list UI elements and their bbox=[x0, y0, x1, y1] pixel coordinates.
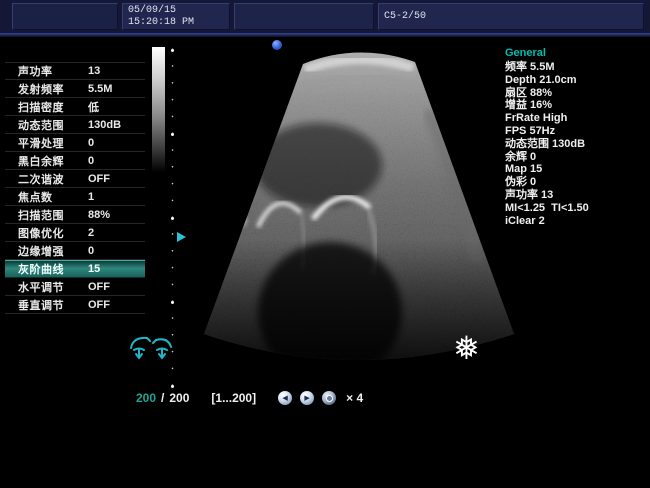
param-row-second-harmonic[interactable]: 二次谐波 OFF bbox=[5, 170, 145, 188]
param-row-focus-number[interactable]: 焦点数 1 bbox=[5, 188, 145, 206]
info-row-frequency: 频率 5.5M bbox=[505, 61, 645, 74]
cine-replay-bar: 200 / 200 [1...200] ◀ ▶ × 4 bbox=[136, 389, 363, 407]
play-icon: ▶ bbox=[304, 395, 309, 402]
param-row-scan-range[interactable]: 扫描范围 88% bbox=[5, 206, 145, 224]
cine-current-frame: 200 bbox=[136, 391, 156, 405]
info-row-acoustic-power: 声功率 13 bbox=[505, 189, 645, 202]
cine-separator: / bbox=[161, 391, 164, 405]
preset-title: General bbox=[505, 47, 645, 59]
topbar-bevel-line bbox=[0, 33, 650, 37]
param-row-smoothing[interactable]: 平滑处理 0 bbox=[5, 134, 145, 152]
info-row-iclear: iClear 2 bbox=[505, 215, 645, 228]
info-row-map: Map 15 bbox=[505, 163, 645, 176]
info-row-persistence: 余辉 0 bbox=[505, 151, 645, 164]
info-row-pseudo-color: 伪彩 0 bbox=[505, 176, 645, 189]
info-row-fps: FPS 57Hz bbox=[505, 125, 645, 138]
cine-playback-buttons: ◀ ▶ bbox=[278, 391, 336, 405]
image-info-panel: General 频率 5.5M Depth 21.0cm 扇区 88% 增益 1… bbox=[505, 47, 645, 227]
probe-orientation-dot-icon bbox=[272, 40, 282, 50]
param-row-image-optimize[interactable]: 图像优化 2 bbox=[5, 224, 145, 242]
param-row-edge-enhance[interactable]: 边缘增强 0 bbox=[5, 242, 145, 260]
param-row-dynamic-range[interactable]: 动态范围 130dB bbox=[5, 116, 145, 134]
date-text: 05/09/15 bbox=[128, 5, 224, 17]
param-row-bw-persistence[interactable]: 黑白余辉 0 bbox=[5, 152, 145, 170]
step-back-icon: ◀ bbox=[282, 395, 287, 402]
patient-info-box bbox=[12, 3, 118, 30]
param-row-tx-frequency[interactable]: 发射频率 5.5M bbox=[5, 80, 145, 98]
datetime-box: 05/09/15 15:20:18 PM bbox=[122, 3, 230, 30]
info-row-dynamic-range: 动态范围 130dB bbox=[505, 138, 645, 151]
stop-button[interactable] bbox=[322, 391, 336, 405]
play-button[interactable]: ▶ bbox=[300, 391, 314, 405]
image-parameter-menu: 声功率 13 发射频率 5.5M 扫描密度 低 动态范围 130dB 平滑处理 … bbox=[5, 62, 145, 314]
ultrasound-screen: 05/09/15 15:20:18 PM C5-2/50 声功率 13 发射频率… bbox=[0, 0, 650, 488]
depth-scale-marks bbox=[169, 48, 176, 389]
param-row-acoustic-power[interactable]: 声功率 13 bbox=[5, 62, 145, 80]
cine-frame-range: [1...200] bbox=[211, 391, 256, 405]
time-text: 15:20:18 PM bbox=[128, 17, 224, 29]
info-row-frame-rate: FrRate High bbox=[505, 112, 645, 125]
info-row-mi-ti: MI<1.25 TI<1.50 bbox=[505, 202, 645, 215]
top-status-bar: 05/09/15 15:20:18 PM C5-2/50 bbox=[0, 0, 650, 33]
probe-info-box: C5-2/50 bbox=[378, 3, 644, 30]
step-back-button[interactable]: ◀ bbox=[278, 391, 292, 405]
grayscale-reference-bar bbox=[152, 47, 165, 172]
probe-model-text: C5-2/50 bbox=[384, 11, 426, 23]
cine-speed-multiplier: × 4 bbox=[346, 391, 363, 405]
stop-icon bbox=[326, 395, 333, 402]
cine-total-frames: 200 bbox=[169, 391, 189, 405]
freeze-snowflake-icon: ❅ bbox=[453, 331, 480, 365]
param-row-scan-density[interactable]: 扫描密度 低 bbox=[5, 98, 145, 116]
param-row-horizontal-adjust[interactable]: 水平调节 OFF bbox=[5, 278, 145, 296]
info-row-sector: 扇区 88% bbox=[505, 87, 645, 100]
hospital-info-box bbox=[234, 3, 374, 30]
info-row-gain: 增益 16% bbox=[505, 99, 645, 112]
param-row-gray-curve-selected[interactable]: 灰阶曲线 15 bbox=[5, 260, 145, 278]
tgc-orientation-icon bbox=[131, 338, 171, 358]
focus-position-marker-icon bbox=[177, 232, 186, 242]
info-row-depth: Depth 21.0cm bbox=[505, 74, 645, 87]
param-row-vertical-adjust[interactable]: 垂直调节 OFF bbox=[5, 296, 145, 314]
